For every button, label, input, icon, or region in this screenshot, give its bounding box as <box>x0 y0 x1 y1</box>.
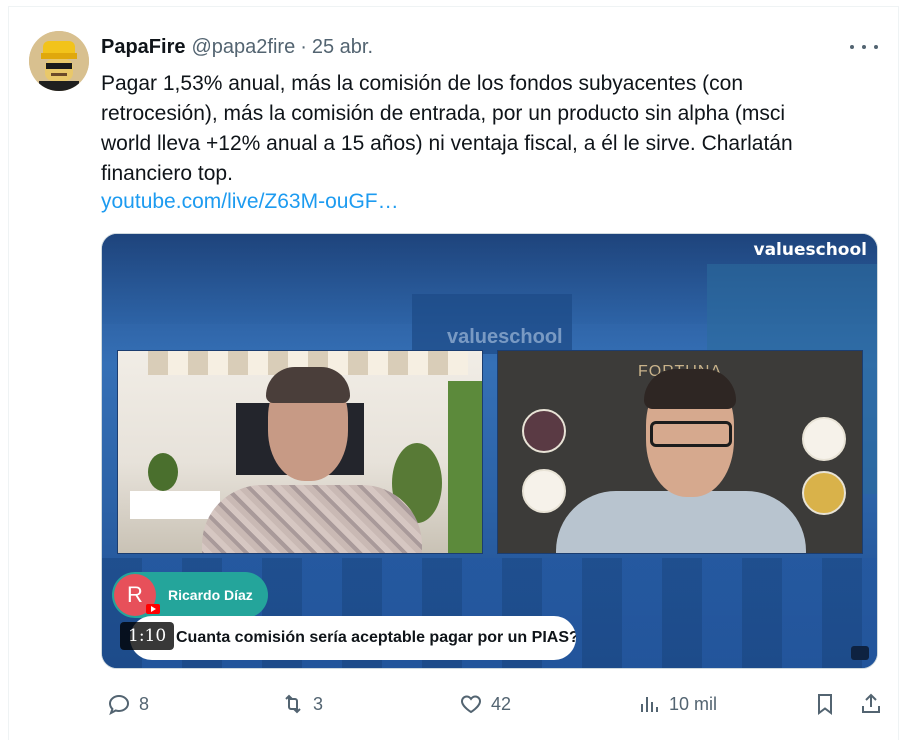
award-badge <box>802 417 846 461</box>
award-badge <box>522 469 566 513</box>
avatar-image <box>29 31 89 91</box>
separator: · <box>300 35 307 58</box>
speaker-name: Ricardo Díaz <box>168 587 253 603</box>
action-bar: 8 3 42 10 mil <box>101 687 888 721</box>
question-caption: Cuanta comisión sería aceptable pagar po… <box>130 616 576 660</box>
green-wall <box>448 381 482 553</box>
speaker-initial: R <box>127 582 143 607</box>
person-body <box>556 491 806 553</box>
like-button[interactable]: 42 <box>459 687 511 721</box>
reply-button[interactable]: 8 <box>107 687 149 721</box>
video-player[interactable]: valueschool valueschool FORTUNA <box>101 233 878 669</box>
corner-watermark <box>851 646 869 660</box>
share-button[interactable] <box>859 687 883 721</box>
views-icon <box>641 697 658 712</box>
author-handle[interactable]: @papa2fire <box>191 36 295 59</box>
brand-logo: valueschool <box>753 240 868 260</box>
tweet-header: PapaFire @papa2fire · 25 abr. <box>101 35 373 59</box>
brand-logo-background: valueschool <box>447 326 563 348</box>
youtube-icon <box>146 604 160 614</box>
plant <box>148 453 178 491</box>
tweet-text-line: world lleva +12% anual a 15 años) ni ven… <box>101 132 793 155</box>
tweet-text-line: financiero top. <box>101 162 233 185</box>
speaker-avatar: R <box>114 574 160 616</box>
share-icon <box>862 693 880 713</box>
retweet-icon <box>285 694 301 714</box>
tweet-card[interactable]: PapaFire @papa2fire · 25 abr. Pagar 1,53… <box>8 6 899 740</box>
video-duration: 1:10 <box>120 622 175 650</box>
like-icon <box>461 695 481 714</box>
retweet-count: 3 <box>313 693 324 714</box>
tweet-text: Pagar 1,53% anual, más la comisión de lo… <box>101 69 876 189</box>
person-body <box>202 485 422 553</box>
view-count: 10 mil <box>669 693 718 714</box>
tweet-link[interactable]: youtube.com/live/Z63M-ouGF… <box>101 187 399 217</box>
retweet-button[interactable]: 3 <box>281 687 323 721</box>
reply-icon <box>108 694 130 716</box>
award-badge <box>522 409 566 453</box>
more-icon[interactable] <box>850 37 878 57</box>
views-button[interactable]: 10 mil <box>637 687 717 721</box>
person-hair <box>266 367 350 403</box>
person-hair <box>644 369 736 409</box>
bookmark-icon <box>818 694 832 715</box>
furniture <box>130 491 220 519</box>
right-camera-feed: FORTUNA <box>497 350 863 554</box>
tweet-text-line: Pagar 1,53% anual, más la comisión de lo… <box>101 72 744 95</box>
like-count: 42 <box>491 693 512 714</box>
left-camera-feed <box>117 350 483 554</box>
speaker-label: R Ricardo Díaz <box>112 572 268 618</box>
reply-count: 8 <box>139 693 150 714</box>
tweet-timestamp[interactable]: 25 abr. <box>312 36 373 59</box>
bookmark-button[interactable] <box>813 687 837 721</box>
tweet-text-line: retrocesión), más la comisión de entrada… <box>101 102 785 125</box>
author-name[interactable]: PapaFire <box>101 36 185 59</box>
author-avatar[interactable] <box>29 31 89 91</box>
award-badge <box>802 471 846 515</box>
glasses <box>650 421 732 447</box>
